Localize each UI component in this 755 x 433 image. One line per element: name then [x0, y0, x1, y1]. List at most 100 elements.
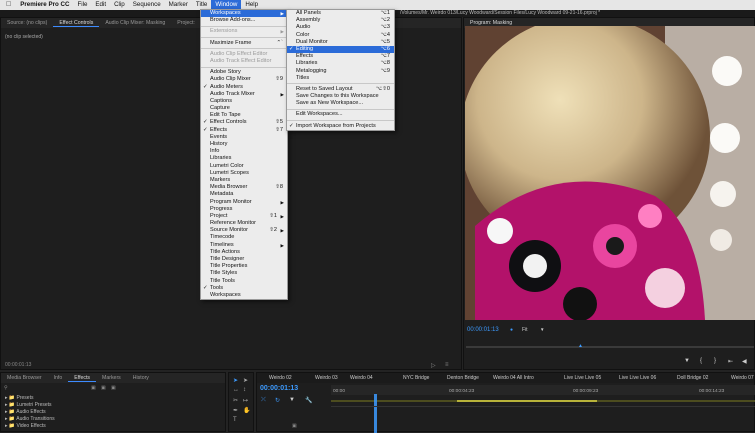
- workspace-item-libraries[interactable]: Libraries ⌥8: [287, 60, 394, 67]
- marker-label[interactable]: Weirdo 04 All Intro: [493, 375, 534, 381]
- tab-history[interactable]: History: [127, 375, 155, 381]
- rolling-edit-icon[interactable]: ↕: [243, 387, 246, 393]
- window-menu-item-media-browser[interactable]: Media Browser ⇧8: [201, 184, 287, 191]
- menu-marker[interactable]: Marker: [165, 0, 192, 10]
- step-back-icon[interactable]: ◀: [742, 358, 747, 365]
- window-menu-item-source-monitor[interactable]: Source Monitor ⇧2 ▶: [201, 227, 287, 234]
- workspace-item-color[interactable]: Color ⌥4: [287, 32, 394, 39]
- window-menu-item-title-actions[interactable]: Title Actions: [201, 249, 287, 256]
- window-menu-item-lumetri-color[interactable]: Lumetri Color: [201, 163, 287, 170]
- marker-label[interactable]: NYC Bridge: [403, 375, 429, 381]
- timeline-timecode[interactable]: 00:00:01:13: [260, 385, 298, 392]
- window-menu-item-libraries[interactable]: Libraries: [201, 155, 287, 162]
- window-menu-item-title-styles[interactable]: Title Styles: [201, 270, 287, 277]
- menu-app[interactable]: Premiere Pro CC: [16, 0, 73, 10]
- marker-label[interactable]: Live Live Live 05: [564, 375, 601, 381]
- 32bit-effects-icon[interactable]: ▣: [101, 385, 106, 391]
- workspace-item-reset-to-saved-layout[interactable]: Reset to Saved Layout ⌥⇧0: [287, 86, 394, 93]
- window-menu-item-lumetri-scopes[interactable]: Lumetri Scopes: [201, 170, 287, 177]
- marker-label[interactable]: Weirdo 07: [731, 375, 754, 381]
- window-menu-item-project[interactable]: Project ⇧1 ▶: [201, 213, 287, 220]
- window-menu-item-timecode[interactable]: Timecode: [201, 234, 287, 241]
- marker-label[interactable]: Weirdo 03: [315, 375, 338, 381]
- program-timecode[interactable]: 00:00:01:13: [467, 327, 499, 333]
- workspace-item-edit-workspaces[interactable]: Edit Workspaces...: [287, 111, 394, 118]
- razor-icon[interactable]: ✂: [233, 397, 238, 404]
- tab-effects[interactable]: Effects: [68, 375, 97, 382]
- in-out-range[interactable]: [457, 400, 597, 402]
- workspace-item-save-changes-to-this-workspace[interactable]: Save Changes to this Workspace: [287, 93, 394, 100]
- window-menu-item-captions[interactable]: Captions: [201, 98, 287, 105]
- chevron-down-icon[interactable]: ▼: [540, 327, 544, 332]
- timeline-playhead[interactable]: [374, 394, 377, 433]
- menu-sequence[interactable]: Sequence: [129, 0, 165, 10]
- window-menu-item-tools[interactable]: ✓ Tools: [201, 285, 287, 292]
- playhead-icon[interactable]: ▲: [578, 343, 583, 349]
- tab-info[interactable]: Info: [48, 375, 69, 381]
- apple-icon[interactable]: : [0, 0, 16, 10]
- track-header-icon[interactable]: ▣: [292, 423, 297, 429]
- workspace-item-effects[interactable]: Effects ⌥7: [287, 53, 394, 60]
- window-menu-item-audio-meters[interactable]: ✓ Audio Meters: [201, 84, 287, 91]
- workspace-item-editing[interactable]: ✓ Editing ⌥6: [287, 45, 394, 54]
- tab-effect-controls[interactable]: Effect Controls: [53, 20, 100, 27]
- linked-selection-icon[interactable]: ↻: [275, 397, 280, 404]
- list-item[interactable]: ▸ 📁 Audio Effects: [5, 409, 55, 416]
- tab-source[interactable]: Source: (no clips): [1, 20, 53, 26]
- workspace-item-metalogging[interactable]: Metalogging ⌥9: [287, 68, 394, 75]
- list-item[interactable]: ▸ 📁 Lumetri Presets: [5, 402, 55, 409]
- search-icon[interactable]: ⚲: [4, 385, 8, 391]
- window-menu-item-program-monitor[interactable]: Program Monitor ▶: [201, 199, 287, 206]
- window-menu-item-edit-to-tape[interactable]: Edit To Tape: [201, 112, 287, 119]
- go-to-in-icon[interactable]: ⇤: [728, 358, 733, 365]
- window-menu-item-history[interactable]: History: [201, 141, 287, 148]
- window-menu-item-effect-controls[interactable]: ✓ Effect Controls ⇧5: [201, 119, 287, 126]
- marker-label[interactable]: Doll Bridge 02: [677, 375, 708, 381]
- window-menu-item-events[interactable]: Events: [201, 134, 287, 141]
- marker-label[interactable]: Weirdo 02: [269, 375, 292, 381]
- window-menu-item-timelines[interactable]: Timelines ▶: [201, 242, 287, 249]
- fit-select[interactable]: Fit: [522, 327, 528, 333]
- workspace-item-import-workspace-from-projects[interactable]: ✓ Import Workspace from Projects: [287, 123, 394, 130]
- time-ruler[interactable]: 00:00 00:00:04:23 00:00:09:23 00:00:14:2…: [331, 385, 755, 395]
- yuv-effects-icon[interactable]: ▣: [111, 385, 116, 391]
- timeline-settings-icon[interactable]: 🔧: [305, 397, 312, 404]
- tab-media-browser[interactable]: Media Browser: [1, 375, 48, 381]
- workspace-item-assembly[interactable]: Assembly ⌥2: [287, 17, 394, 24]
- list-item[interactable]: ▸ 📁 Video Effects: [5, 423, 55, 430]
- window-menu-item-progress[interactable]: Progress: [201, 206, 287, 213]
- add-marker-timeline-icon[interactable]: ▼: [289, 397, 295, 403]
- accelerated-effects-icon[interactable]: ▣: [91, 385, 96, 391]
- menu-edit[interactable]: Edit: [91, 0, 110, 10]
- ripple-edit-icon[interactable]: ↔: [233, 387, 239, 393]
- marker-label[interactable]: Live Live Live 06: [619, 375, 656, 381]
- window-menu-item-capture[interactable]: Capture: [201, 105, 287, 112]
- workspace-item-audio[interactable]: Audio ⌥3: [287, 24, 394, 31]
- list-item[interactable]: ▸ 📁 Audio Transitions: [5, 416, 55, 423]
- tab-audio-clip-mixer[interactable]: Audio Clip Mixer: Masking: [99, 20, 171, 26]
- menu-clip[interactable]: Clip: [110, 0, 129, 10]
- window-menu-item-title-tools[interactable]: Title Tools: [201, 278, 287, 285]
- mark-out-icon[interactable]: }: [714, 358, 716, 364]
- snap-icon[interactable]: ⤫: [261, 397, 266, 404]
- window-menu-item-title-properties[interactable]: Title Properties: [201, 263, 287, 270]
- type-tool-icon[interactable]: T: [233, 417, 237, 423]
- tab-markers[interactable]: Markers: [96, 375, 127, 381]
- window-menu-item-workspaces[interactable]: Workspaces ▶: [201, 10, 287, 18]
- window-menu-item-info[interactable]: Info: [201, 148, 287, 155]
- add-marker-icon[interactable]: ▼: [684, 358, 690, 364]
- workspace-item-all-panels[interactable]: All Panels ⌥1: [287, 10, 394, 17]
- window-menu-item-audio-track-mixer[interactable]: Audio Track Mixer ▶: [201, 91, 287, 98]
- window-menu-item-workspaces[interactable]: Workspaces: [201, 292, 287, 299]
- hand-icon[interactable]: ✋: [243, 407, 250, 414]
- mark-in-icon[interactable]: {: [700, 358, 702, 364]
- window-menu-item-browse-add-ons[interactable]: Browse Add-ons...: [201, 17, 287, 24]
- workspace-item-dual-monitor[interactable]: Dual Monitor ⌥5: [287, 39, 394, 46]
- track-select-icon[interactable]: ➤: [243, 377, 248, 384]
- export-frame-icon[interactable]: ▷: [431, 362, 436, 369]
- window-menu-item-markers[interactable]: Markers: [201, 177, 287, 184]
- window-menu-item-effects[interactable]: ✓ Effects ⇧7: [201, 127, 287, 134]
- workspace-item-titles[interactable]: Titles: [287, 75, 394, 82]
- menu-file[interactable]: File: [73, 0, 91, 10]
- panel-menu-icon[interactable]: ≡: [445, 362, 449, 368]
